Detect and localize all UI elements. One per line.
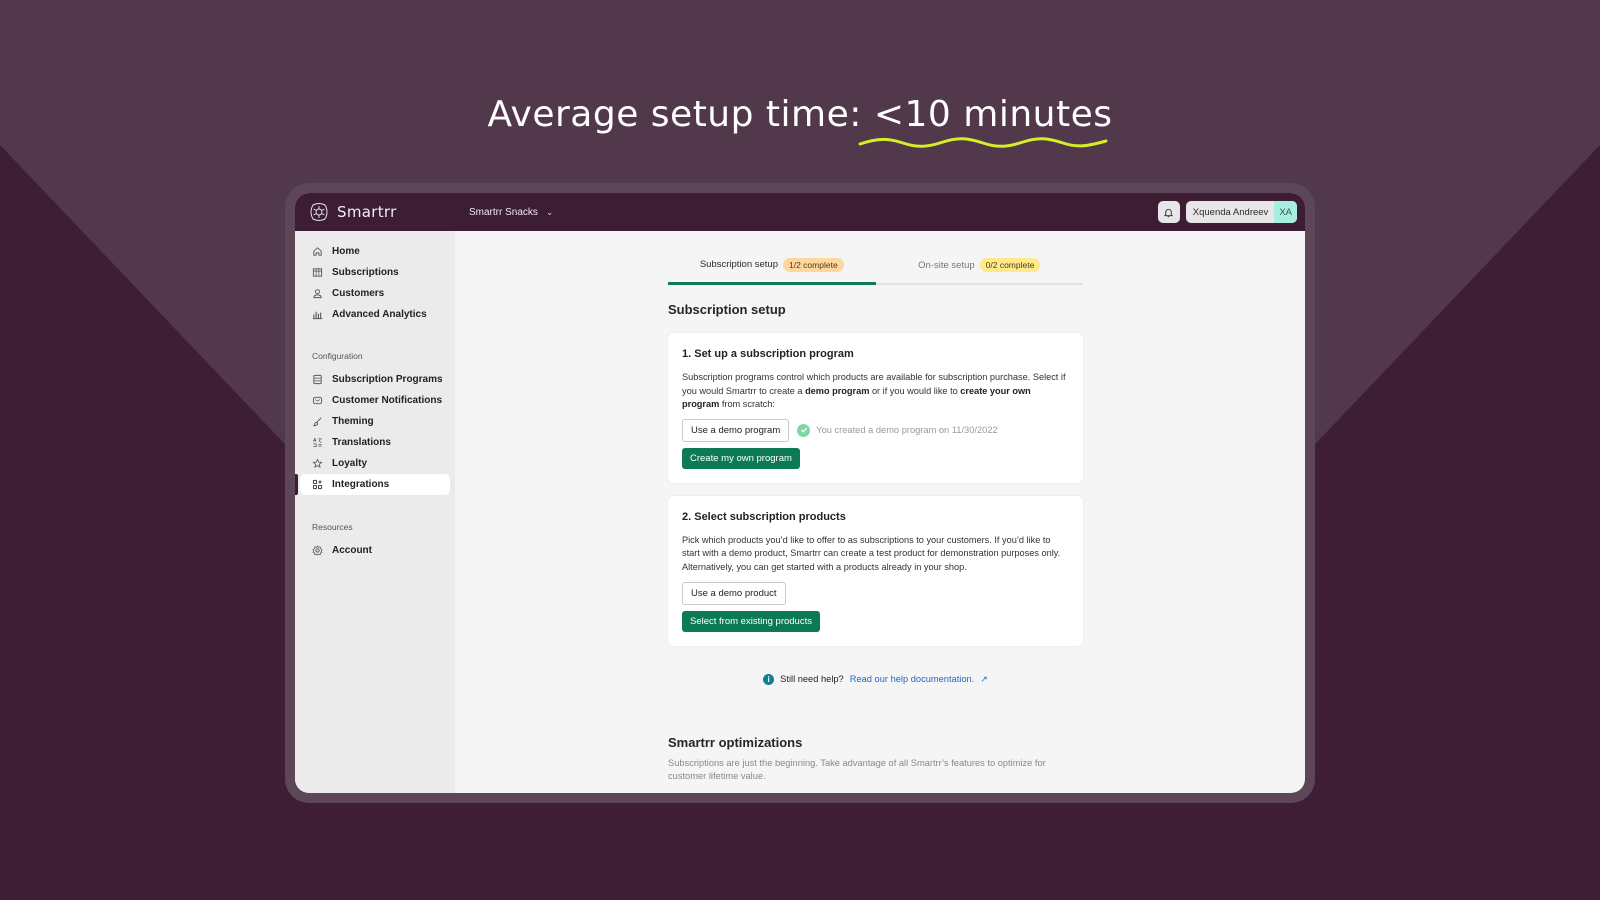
headline-highlight-text: <10 minutes [873,94,1113,135]
step-card-program: 1. Set up a subscription program Subscri… [668,333,1083,483]
brand-name: Smartrr [337,203,397,221]
brush-icon [312,416,323,427]
gear-icon [312,545,323,556]
step-description: Pick which products you’d like to offer … [682,534,1061,572]
status-badge: 0/2 complete [979,258,1041,272]
optimizations-title: Smartrr optimizations [668,734,803,750]
help-documentation-link[interactable]: Read our help documentation. [850,674,975,684]
sidebar-item-theming[interactable]: Theming [300,411,450,432]
main-content: Subscription setup 1/2 complete On-site … [455,231,1305,793]
sidebar-item-integrations[interactable]: Integrations [300,474,450,495]
sidebar-item-label: Subscription Programs [332,374,443,385]
sidebar-item-customers[interactable]: Customers [300,283,450,304]
sidebar-item-translations[interactable]: Translations [300,432,450,453]
sidebar-item-customer-notifications[interactable]: Customer Notifications [300,390,450,411]
active-indicator [295,474,298,495]
sidebar-item-label: Translations [332,437,391,448]
grid-icon [312,267,323,278]
headline-highlight: <10 minutes [858,94,1113,148]
squiggle-underline-icon [858,137,1108,148]
brand-logo[interactable]: Smartrr [309,202,469,222]
completion-text: You created a demo program on 11/30/2022 [816,425,998,436]
translate-icon [312,437,323,448]
step-title: 1. Set up a subscription program [682,348,854,360]
store-name: Smartrr Snacks [469,206,538,218]
sidebar-item-label: Subscriptions [332,267,399,278]
user-menu-button[interactable]: Xquenda Andreev XA [1185,201,1297,223]
sidebar-item-label: Loyalty [332,458,368,469]
optimizations-description: Subscriptions are just the beginning. Ta… [668,757,1046,781]
sidebar-item-subscription-programs[interactable]: Subscription Programs [300,369,450,390]
tab-label: On-site setup [918,259,975,271]
completion-note: You created a demo program on 11/30/2022 [797,423,998,437]
page-title: Subscription setup [668,302,786,317]
sidebar-item-account[interactable]: Account [300,540,450,561]
app-window: Smartrr Smartrr Snacks ⌄ Xquenda Andreev… [295,193,1305,793]
section-label-configuration: Configuration [312,351,363,361]
tab-on-site-setup[interactable]: On-site setup 0/2 complete [876,231,1084,283]
status-badge: 1/2 complete [783,257,844,272]
sidebar-item-label: Advanced Analytics [332,309,427,320]
bar-chart-icon [312,309,323,320]
top-bar: Smartrr Smartrr Snacks ⌄ Xquenda Andreev… [295,193,1305,231]
section-label-resources: Resources [312,522,353,532]
notifications-button[interactable] [1157,201,1180,223]
sidebar-item-home[interactable]: Home [300,241,450,262]
step-card-products: 2. Select subscription products Pick whi… [668,495,1083,646]
sidebar-item-label: Account [332,545,372,556]
smartrr-logo-icon [310,203,328,221]
sidebar-item-label: Theming [332,416,374,427]
bell-icon [1163,208,1174,217]
user-name: Xquenda Andreev [1192,206,1269,218]
step-title: 2. Select subscription products [682,510,846,523]
sidebar-item-loyalty[interactable]: Loyalty [300,453,450,474]
info-icon: i [763,673,775,685]
help-text: Still need help? [780,674,844,685]
sidebar-item-label: Customer Notifications [332,395,443,406]
store-selector[interactable]: Smartrr Snacks ⌄ [469,207,553,218]
list-icon [312,374,323,385]
sidebar-item-label: Customers [332,288,385,299]
home-icon [312,246,323,257]
headline-prefix: Average setup time: [487,94,874,135]
check-circle-icon [797,423,811,437]
setup-tabs: Subscription setup 1/2 complete On-site … [668,231,1083,285]
star-icon [312,458,323,469]
headline: Average setup time: <10 minutes [0,94,1600,148]
sidebar-item-advanced-analytics[interactable]: Advanced Analytics [300,304,450,325]
mail-icon [312,395,323,406]
sidebar: Home Subscriptions Customers Advanced An… [295,231,455,793]
tab-label: Subscription setup [699,259,778,270]
create-own-program-button[interactable]: Create my own program [682,447,800,469]
avatar: XA [1274,201,1297,223]
sidebar-item-subscriptions[interactable]: Subscriptions [300,262,450,283]
use-demo-product-button[interactable]: Use a demo product [682,581,786,605]
apps-icon [312,479,323,490]
sidebar-item-label: Home [332,246,360,257]
person-icon [312,288,323,299]
tab-subscription-setup[interactable]: Subscription setup 1/2 complete [668,231,876,285]
use-demo-program-button[interactable]: Use a demo program [682,418,790,442]
chevron-down-icon: ⌄ [545,206,554,217]
step-description: Subscription programs control which prod… [682,372,1066,410]
help-row: i Still need help? Read our help documen… [668,673,1083,685]
sidebar-item-label: Integrations [332,479,390,490]
select-existing-products-button[interactable]: Select from existing products [682,610,820,632]
external-link-icon[interactable]: ↗ [980,674,988,685]
